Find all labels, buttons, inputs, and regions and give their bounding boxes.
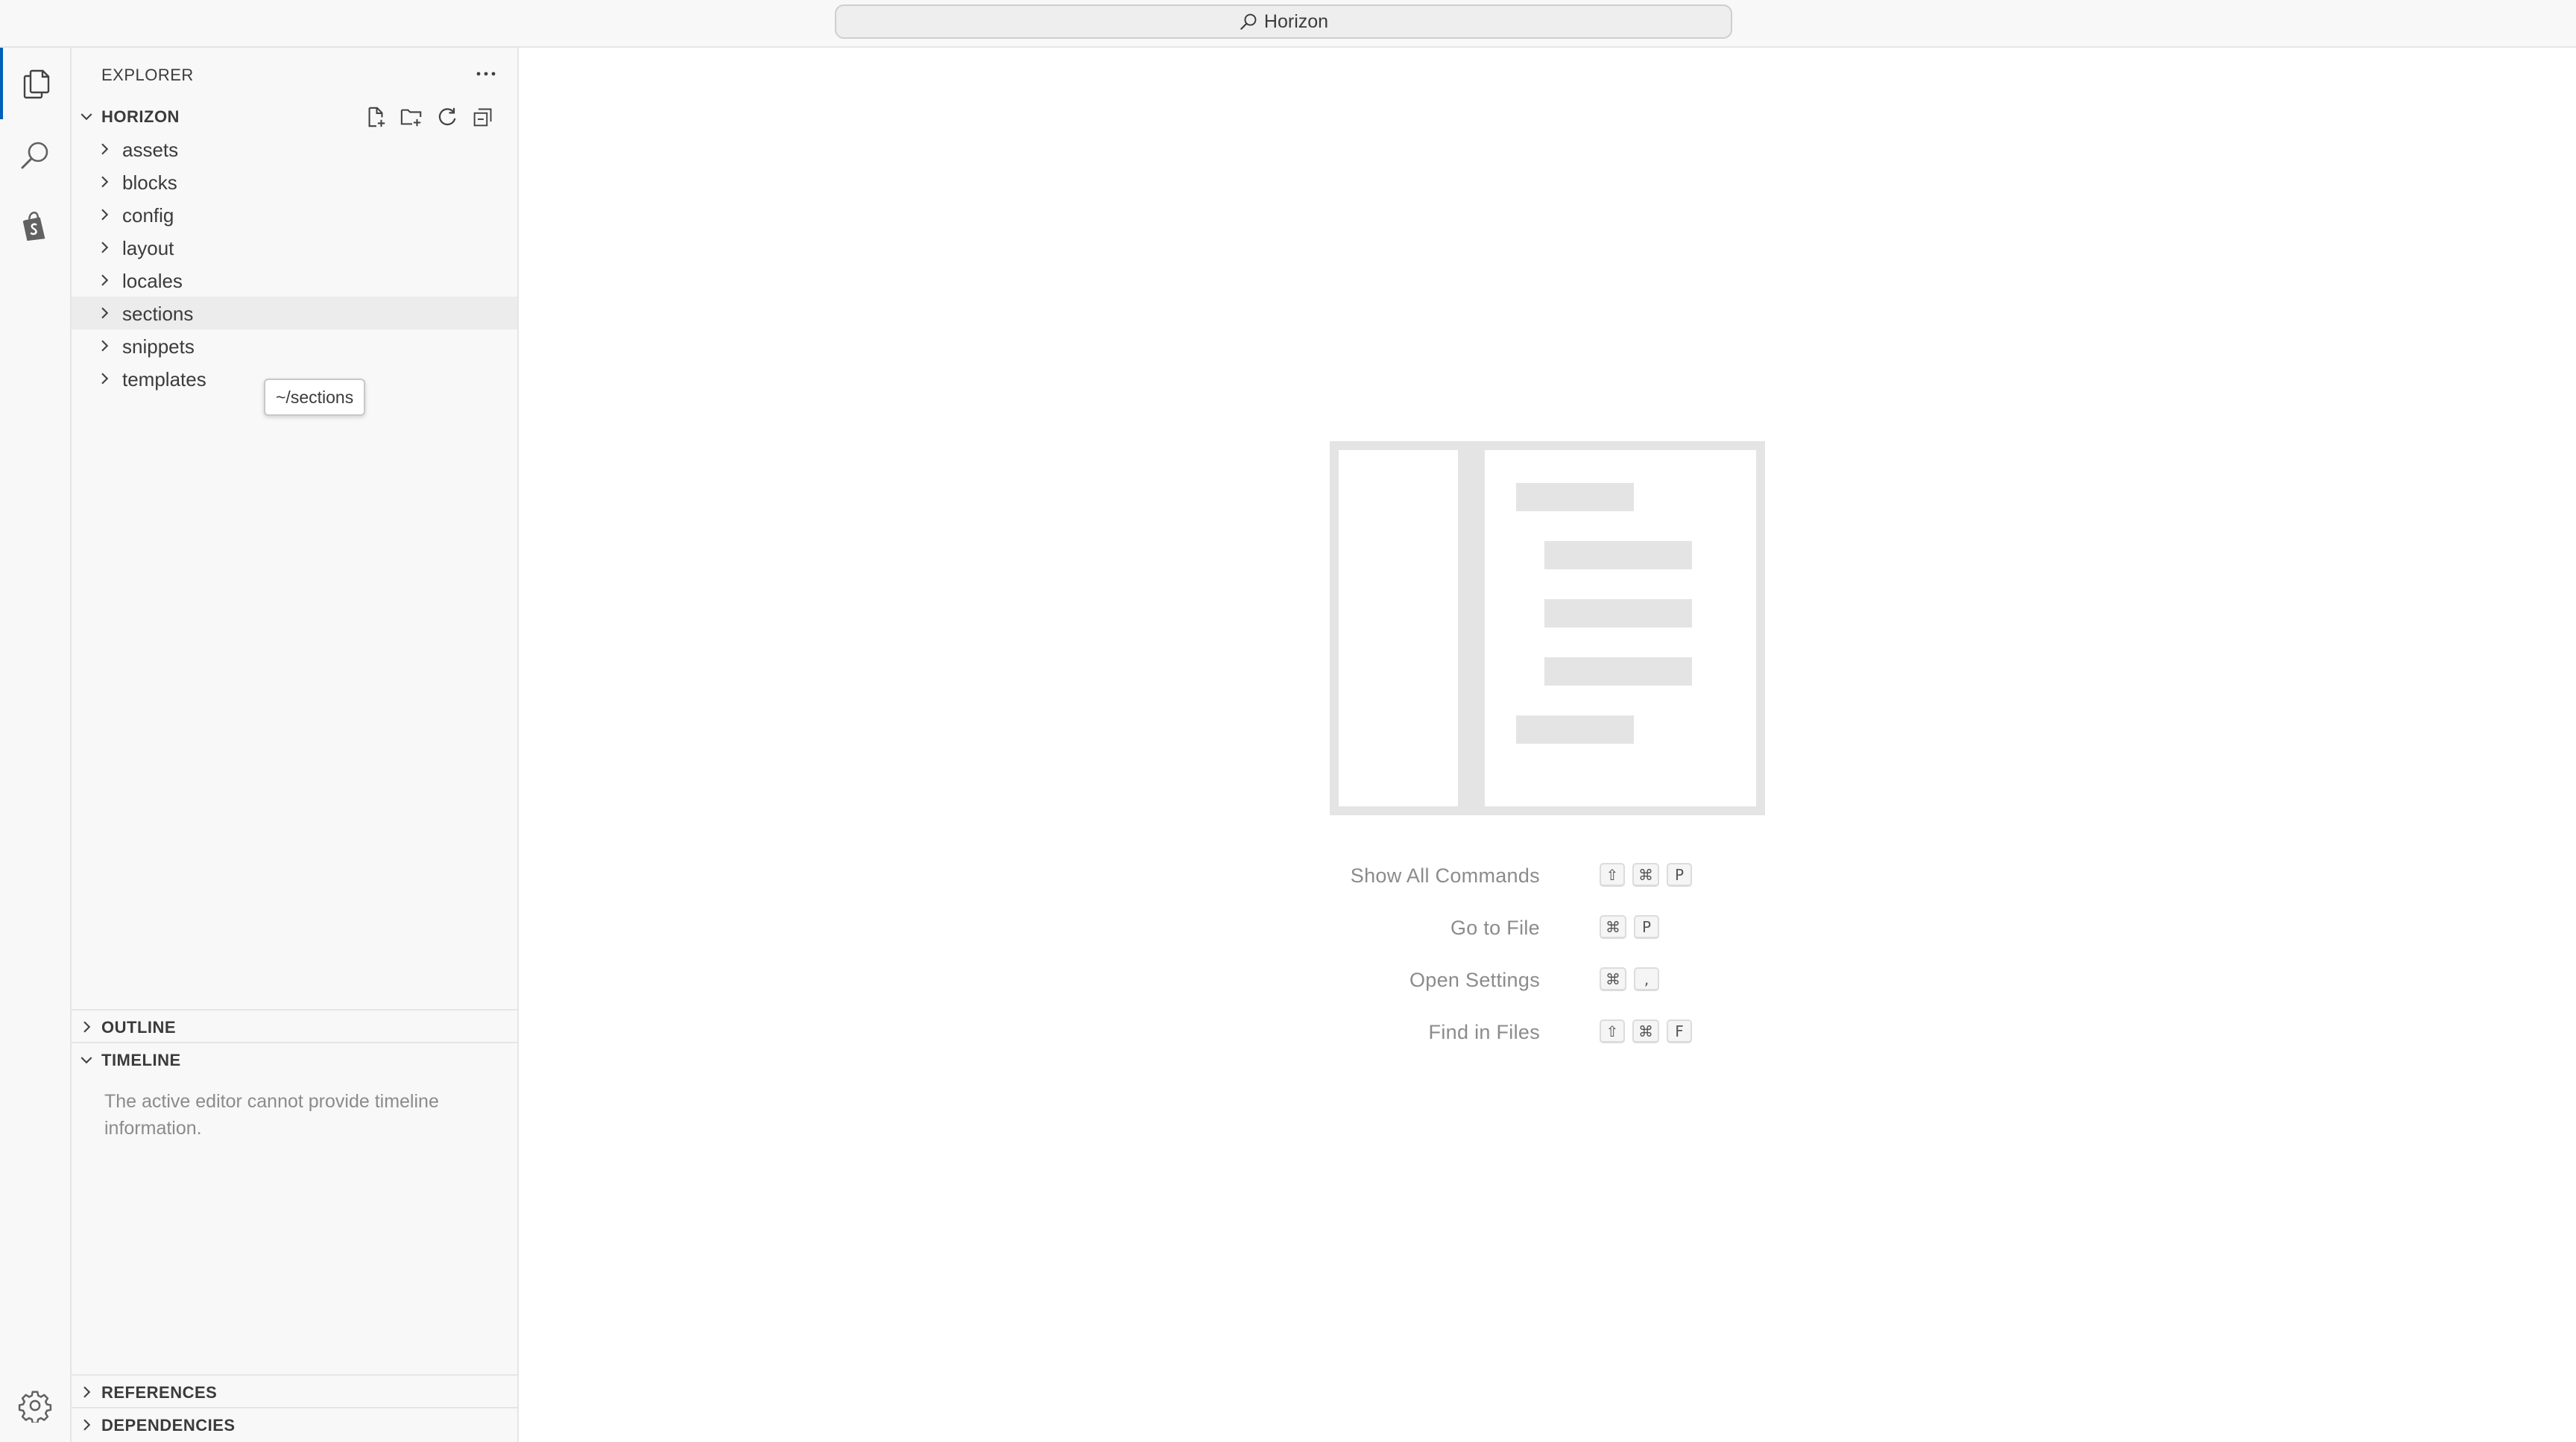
workspace-label: HORIZON	[101, 107, 180, 126]
shortcut-row: Go to File ⌘ P	[1264, 909, 2308, 961]
folder-item[interactable]: blocks	[72, 165, 517, 198]
shortcut-label: Go to File	[1450, 917, 1540, 939]
new-folder-button[interactable]	[395, 104, 428, 130]
folder-label: snippets	[122, 335, 195, 358]
refresh-icon	[438, 107, 456, 126]
files-icon	[23, 69, 50, 99]
new-file-icon	[368, 107, 385, 127]
p-key: P	[1667, 863, 1692, 887]
chevron-right-icon	[101, 143, 109, 155]
editor-area: Show All Commands ⇧ ⌘ P Go to File ⌘ P O…	[519, 48, 2576, 1442]
shortcut-keys: ⌘ P	[1600, 915, 1659, 939]
sidebar-title: EXPLORER	[101, 66, 194, 84]
shortcut-row: Show All Commands ⇧ ⌘ P	[1264, 857, 2308, 909]
folder-item[interactable]: layout	[72, 231, 517, 264]
ellipsis-icon	[476, 72, 496, 76]
folder-item[interactable]: locales	[72, 264, 517, 297]
editor-watermark-logo	[1330, 441, 1765, 815]
chevron-right-icon	[83, 1386, 91, 1398]
command-key: ⌘	[1632, 1019, 1659, 1043]
chevron-right-icon	[101, 340, 109, 352]
references-label: REFERENCES	[101, 1383, 218, 1402]
shortcut-label: Find in Files	[1428, 1021, 1540, 1043]
folder-item[interactable]: sections	[72, 297, 517, 329]
command-key: ⌘	[1632, 863, 1659, 887]
activity-manage[interactable]	[0, 1370, 70, 1441]
shortcut-label: Show All Commands	[1350, 864, 1540, 887]
chevron-down-icon	[80, 1057, 92, 1064]
chevron-down-icon	[80, 113, 92, 121]
folder-label: layout	[122, 237, 174, 259]
shopify-bag-icon	[22, 211, 45, 241]
timeline-label: TIMELINE	[101, 1051, 181, 1069]
command-key: ⌘	[1600, 915, 1626, 939]
shortcut-hints: Show All Commands ⇧ ⌘ P Go to File ⌘ P O…	[1264, 857, 2308, 1066]
references-section-header[interactable]: REFERENCES	[72, 1374, 517, 1407]
search-icon	[1240, 13, 1257, 30]
collapse-all-button[interactable]	[467, 104, 499, 130]
new-folder-icon	[400, 109, 422, 127]
title-bar: Horizon	[0, 0, 2576, 48]
activity-bar	[0, 48, 72, 1442]
file-tree: assets blocks config layout locales sect…	[72, 133, 517, 395]
chevron-right-icon	[101, 176, 109, 188]
dependencies-label: DEPENDENCIES	[101, 1416, 236, 1435]
refresh-button[interactable]	[431, 104, 464, 130]
comma-key: ,	[1634, 967, 1659, 991]
chevron-right-icon	[101, 307, 109, 319]
folder-label: blocks	[122, 171, 177, 194]
folder-item[interactable]: snippets	[72, 329, 517, 362]
p-key: P	[1634, 915, 1659, 939]
workspace-header[interactable]: HORIZON	[72, 100, 517, 133]
shortcut-row: Open Settings ⌘ ,	[1264, 961, 2308, 1013]
timeline-message: The active editor cannot provide timelin…	[104, 1091, 439, 1139]
folder-item[interactable]: assets	[72, 133, 517, 165]
outline-label: OUTLINE	[101, 1018, 177, 1037]
chevron-right-icon	[83, 1419, 91, 1431]
outline-section-header[interactable]: OUTLINE	[72, 1009, 517, 1042]
folder-label: assets	[122, 139, 179, 161]
chevron-right-icon	[101, 241, 109, 253]
more-actions-button[interactable]	[471, 63, 501, 85]
activity-search[interactable]	[0, 119, 70, 191]
command-key: ⌘	[1600, 967, 1626, 991]
folder-label: locales	[122, 270, 183, 292]
dependencies-section-header[interactable]: DEPENDENCIES	[72, 1407, 517, 1440]
chevron-right-icon	[101, 373, 109, 385]
activity-shopify[interactable]	[0, 191, 70, 262]
folder-label: config	[122, 204, 174, 227]
collapse-all-icon	[473, 108, 492, 127]
vscode-window: Horizon EXPLORER HORIZON assets blocks c…	[0, 0, 2576, 1442]
shift-key: ⇧	[1600, 863, 1625, 887]
activity-explorer[interactable]	[0, 48, 70, 119]
f-key: F	[1667, 1019, 1692, 1043]
shortcut-row: Find in Files ⇧ ⌘ F	[1264, 1013, 2308, 1066]
shift-key: ⇧	[1600, 1019, 1625, 1043]
shortcut-keys: ⇧ ⌘ P	[1600, 863, 1692, 887]
search-icon	[21, 142, 48, 169]
timeline-section-header[interactable]: TIMELINE	[72, 1042, 517, 1075]
folder-label: sections	[122, 303, 194, 325]
shortcut-keys: ⇧ ⌘ F	[1600, 1019, 1692, 1043]
folder-label: templates	[122, 368, 206, 390]
folder-item[interactable]: config	[72, 198, 517, 231]
gear-icon	[18, 1391, 52, 1423]
explorer-sidebar: EXPLORER HORIZON assets blocks config la…	[72, 48, 519, 1442]
shortcut-keys: ⌘ ,	[1600, 967, 1659, 991]
command-center-label: Horizon	[1263, 10, 1329, 32]
workspace-actions	[359, 104, 499, 130]
path-tooltip: ~/sections	[264, 379, 366, 416]
sidebar-header: EXPLORER	[72, 48, 517, 100]
chevron-right-icon	[101, 274, 109, 286]
chevron-right-icon	[83, 1021, 91, 1033]
new-file-button[interactable]	[359, 104, 392, 130]
command-center-search[interactable]: Horizon	[835, 4, 1732, 39]
chevron-right-icon	[101, 209, 109, 221]
shortcut-label: Open Settings	[1409, 969, 1540, 991]
